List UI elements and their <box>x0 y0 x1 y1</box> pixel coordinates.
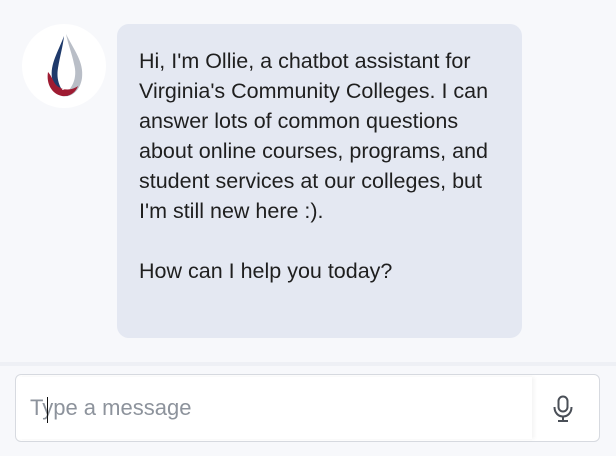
message-input[interactable] <box>18 377 532 439</box>
microphone-button[interactable] <box>547 393 579 425</box>
bot-message-text: Hi, I'm Ollie, a chatbot assistant for V… <box>139 49 489 223</box>
message-list[interactable]: Hi, I'm Ollie, a chatbot assistant for V… <box>0 0 616 362</box>
microphone-icon <box>553 395 573 422</box>
text-caret <box>47 397 48 423</box>
bot-avatar <box>22 24 106 108</box>
bot-message-question: How can I help you today? <box>139 259 393 283</box>
ollie-logo-icon <box>47 34 83 97</box>
chat-window: Hi, I'm Ollie, a chatbot assistant for V… <box>0 0 616 456</box>
message-composer <box>0 366 616 456</box>
message-input-container <box>15 374 600 442</box>
bot-message-bubble: Hi, I'm Ollie, a chatbot assistant for V… <box>117 24 522 338</box>
